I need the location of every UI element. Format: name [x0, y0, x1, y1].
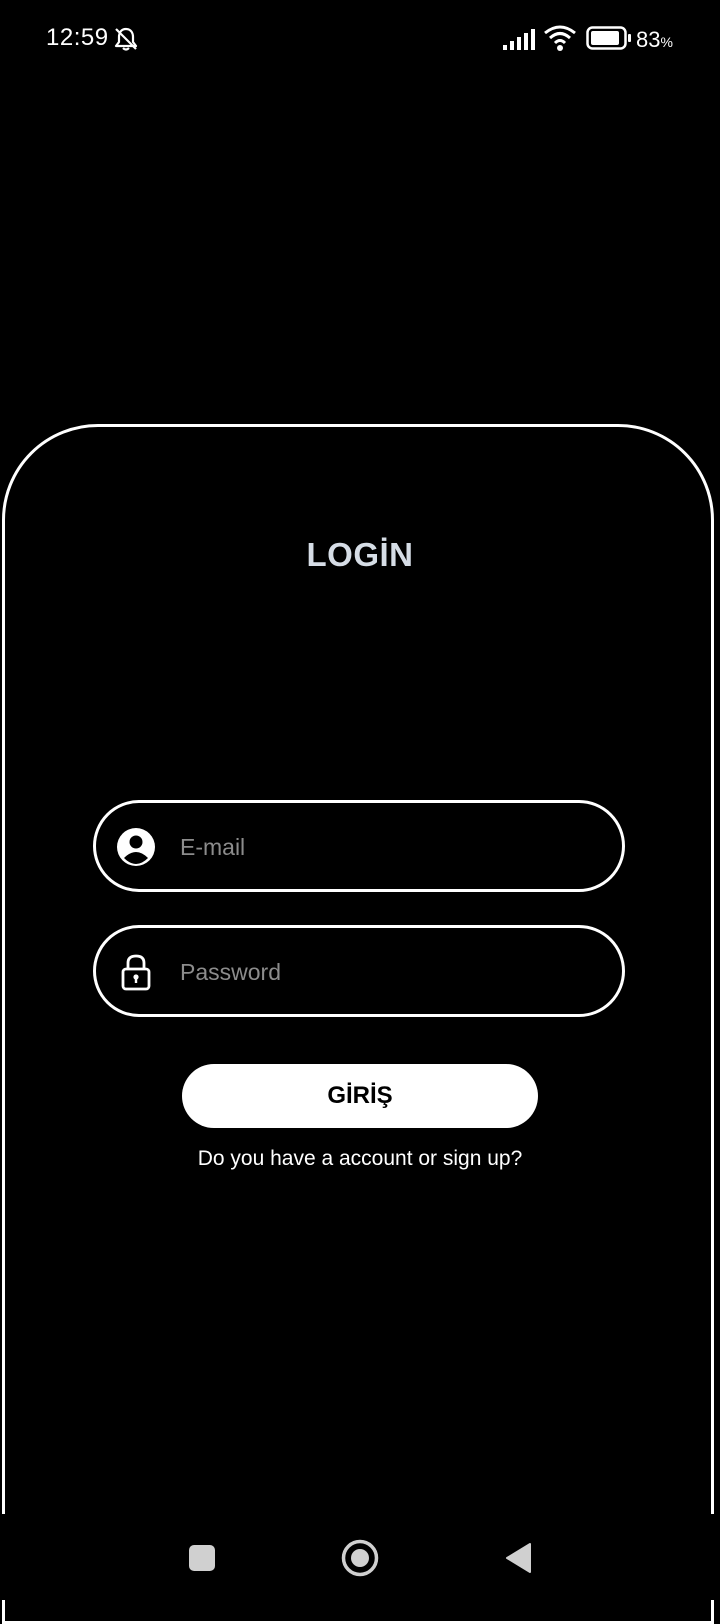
status-time: 12:59 — [46, 24, 109, 51]
home-icon[interactable] — [340, 1538, 380, 1578]
lock-icon — [121, 954, 151, 991]
back-icon[interactable] — [504, 1542, 532, 1574]
email-field[interactable] — [93, 800, 625, 892]
bell-off-icon — [114, 27, 138, 51]
page-title: LOGİN — [306, 536, 414, 573]
signup-link[interactable]: Do you have a account or sign up? — [0, 1147, 720, 1171]
password-field[interactable] — [93, 925, 625, 1017]
password-input[interactable] — [180, 944, 600, 1000]
signal-icon — [503, 29, 535, 50]
email-input[interactable] — [180, 819, 600, 875]
status-bar: 12:59 83% — [0, 0, 720, 80]
navigation-bar — [0, 1514, 720, 1600]
battery-percent: 83% — [636, 27, 673, 52]
wifi-icon — [544, 25, 576, 51]
user-icon — [117, 828, 155, 866]
login-button[interactable]: GİRİŞ — [182, 1064, 538, 1128]
login-panel — [2, 424, 714, 1624]
recents-icon[interactable] — [188, 1544, 216, 1572]
battery-icon — [586, 26, 631, 50]
